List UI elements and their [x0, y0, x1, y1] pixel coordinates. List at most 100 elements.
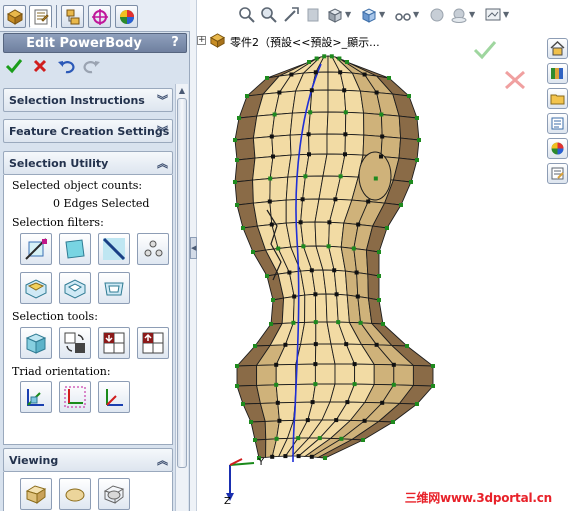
- mesh-vertex[interactable]: [271, 154, 275, 159]
- mesh-vertex[interactable]: [313, 320, 318, 325]
- mesh-vertex[interactable]: [344, 342, 349, 347]
- mesh-vertex[interactable]: [379, 112, 384, 117]
- mesh-vertex[interactable]: [332, 268, 337, 273]
- triad-world-button[interactable]: [20, 381, 52, 413]
- mesh-vertex[interactable]: [251, 250, 255, 254]
- mesh-vertex[interactable]: [373, 176, 378, 181]
- mesh-vertex[interactable]: [338, 70, 343, 75]
- mesh-vertex[interactable]: [265, 76, 269, 80]
- shrink-selection-button[interactable]: [137, 327, 169, 359]
- mesh-vertex[interactable]: [274, 436, 279, 441]
- property-manager-tab[interactable]: [29, 5, 52, 28]
- previous-view-button[interactable]: [281, 6, 301, 26]
- mesh-vertex[interactable]: [283, 454, 288, 459]
- mesh-vertex[interactable]: [235, 384, 239, 388]
- mesh-vertex[interactable]: [277, 418, 282, 423]
- select-ring-button[interactable]: [98, 272, 130, 304]
- graphics-area[interactable]: ▼ ▼ ▼ ▼ ▼ + 零件2（預設<<預設>_顯示... Y Z 三维网www…: [197, 0, 570, 511]
- part-name[interactable]: 零件2（預設<<預設>_顯示...: [230, 34, 380, 50]
- mesh-vertex[interactable]: [336, 320, 341, 325]
- mesh-vertex[interactable]: [289, 72, 294, 77]
- collapse-chevron-icon[interactable]: ︽: [157, 155, 168, 171]
- view-smooth-mode-button[interactable]: [59, 478, 91, 510]
- task-pane-custom-properties-tab[interactable]: [547, 163, 568, 184]
- mesh-vertex[interactable]: [380, 134, 385, 139]
- triad-local-button[interactable]: [59, 381, 91, 413]
- mesh-vertex[interactable]: [391, 362, 396, 367]
- mesh-vertex[interactable]: [374, 342, 379, 347]
- mesh-vertex[interactable]: [298, 220, 303, 225]
- ok-button[interactable]: [4, 57, 24, 77]
- mesh-vertex[interactable]: [270, 454, 275, 459]
- mesh-vertex[interactable]: [305, 418, 310, 423]
- dropdown-arrow-icon[interactable]: ▼: [469, 10, 475, 19]
- grow-selection-button[interactable]: [98, 327, 130, 359]
- dropdown-arrow-icon[interactable]: ▼: [413, 10, 419, 19]
- mesh-vertex[interactable]: [379, 154, 383, 159]
- panel-splitter[interactable]: ◀: [190, 0, 197, 511]
- mesh-vertex[interactable]: [345, 400, 350, 405]
- select-loop-button[interactable]: [59, 272, 91, 304]
- mesh-vertex[interactable]: [291, 320, 296, 325]
- mesh-vertex[interactable]: [381, 322, 385, 326]
- task-pane-file-explorer-tab[interactable]: [547, 88, 568, 109]
- mesh-vertex[interactable]: [352, 382, 357, 387]
- mesh-vertex[interactable]: [327, 220, 332, 225]
- filter-edges-button[interactable]: [98, 233, 130, 265]
- mesh-vertex[interactable]: [245, 94, 249, 98]
- mesh-vertex[interactable]: [233, 180, 237, 184]
- dimxpert-manager-tab[interactable]: [88, 5, 111, 28]
- mesh-vertex[interactable]: [431, 364, 435, 368]
- mesh-vertex[interactable]: [274, 362, 279, 367]
- display-style-button[interactable]: [359, 6, 379, 26]
- mesh-vertex[interactable]: [309, 454, 314, 459]
- mesh-vertex[interactable]: [249, 420, 253, 424]
- view-settings-button[interactable]: [483, 6, 503, 26]
- mesh-vertex[interactable]: [309, 88, 314, 93]
- mesh-vertex[interactable]: [309, 268, 314, 273]
- mesh-vertex[interactable]: [391, 420, 395, 424]
- mesh-vertex[interactable]: [334, 292, 339, 297]
- mesh-vertex[interactable]: [415, 158, 419, 162]
- mesh-vertex[interactable]: [308, 110, 313, 115]
- mesh-vertex[interactable]: [274, 382, 279, 387]
- configuration-manager-tab[interactable]: [61, 5, 84, 28]
- mesh-vertex[interactable]: [362, 72, 367, 77]
- mesh-vertex[interactable]: [352, 362, 357, 367]
- mesh-vertex[interactable]: [377, 274, 381, 278]
- panel-vertical-scrollbar[interactable]: ▲: [175, 84, 188, 511]
- collapse-chevron-icon[interactable]: ︽: [157, 452, 168, 468]
- confirm-cancel-button[interactable]: [502, 68, 528, 92]
- mesh-vertex[interactable]: [276, 246, 281, 251]
- mesh-vertex[interactable]: [334, 418, 339, 423]
- mesh-vertex[interactable]: [313, 342, 318, 347]
- mesh-vertex[interactable]: [351, 246, 356, 251]
- section-view-button[interactable]: [303, 6, 323, 26]
- mesh-vertex[interactable]: [385, 226, 389, 230]
- mesh-vertex[interactable]: [303, 174, 308, 179]
- apply-scene-button[interactable]: [449, 6, 469, 26]
- mesh-vertex[interactable]: [296, 436, 301, 441]
- mesh-vertex[interactable]: [415, 402, 419, 406]
- mesh-vertex[interactable]: [300, 197, 305, 202]
- mesh-vertex[interactable]: [233, 138, 237, 142]
- mesh-vertex[interactable]: [355, 294, 360, 299]
- task-pane-design-library-tab[interactable]: [547, 63, 568, 84]
- mesh-vertex[interactable]: [362, 418, 367, 423]
- redo-button[interactable]: [82, 57, 102, 77]
- mesh-vertex[interactable]: [268, 176, 273, 181]
- mesh-vertex[interactable]: [356, 222, 361, 227]
- mesh-vertex[interactable]: [326, 244, 331, 249]
- selection-utility-group[interactable]: Selection Utility ︽: [3, 151, 173, 175]
- mesh-vertex[interactable]: [307, 60, 311, 64]
- mesh-vertex[interactable]: [366, 199, 371, 204]
- mesh-vertex[interactable]: [343, 132, 348, 137]
- mesh-vertex[interactable]: [377, 250, 381, 254]
- dropdown-arrow-icon[interactable]: ▼: [379, 10, 385, 19]
- dropdown-arrow-icon[interactable]: ▼: [503, 10, 509, 19]
- mesh-vertex[interactable]: [329, 54, 334, 59]
- mesh-vertex[interactable]: [267, 199, 272, 204]
- mesh-vertex[interactable]: [310, 400, 315, 405]
- filter-faces-button[interactable]: [59, 233, 91, 265]
- mesh-vertex[interactable]: [405, 344, 409, 348]
